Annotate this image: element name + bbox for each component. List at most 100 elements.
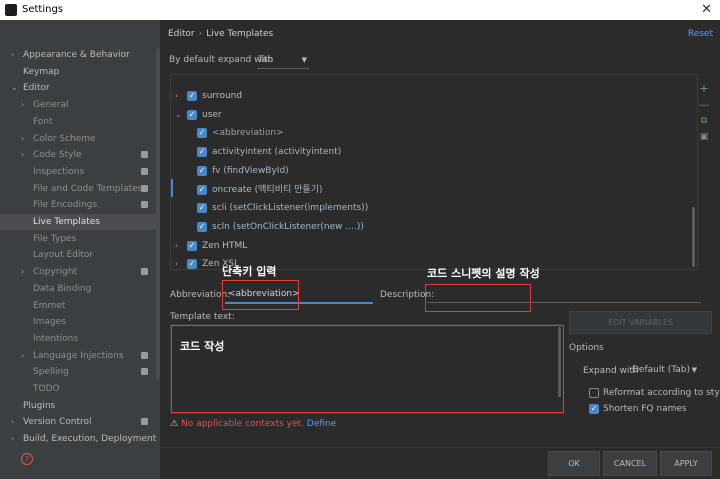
sidebar-item[interactable]: Images	[0, 314, 156, 330]
template-group-row[interactable]: ⌄ ✓ user	[171, 106, 697, 124]
title-bar: Settings ✕	[0, 0, 720, 20]
edit-variables-button[interactable]: EDIT VARIABLES	[569, 311, 712, 334]
template-group-row[interactable]: › ✓ Zen HTML	[171, 237, 697, 255]
chevron-right-icon[interactable]: ›	[21, 97, 24, 113]
chevron-right-icon[interactable]: ›	[11, 414, 14, 430]
sidebar: › Appearance & Behavior Keymap ⌄ Editor › Gene…	[0, 20, 160, 479]
sidebar-item-label: Code Style	[33, 150, 82, 161]
sidebar-item[interactable]: Keymap	[0, 64, 156, 80]
template-label: user	[202, 109, 222, 120]
chevron-right-icon[interactable]: ›	[21, 147, 24, 163]
template-checkbox[interactable]: ✓	[197, 184, 207, 195]
sidebar-item[interactable]: Intentions	[0, 331, 156, 347]
expand-with-select[interactable]: Default (Tab) ▼	[630, 362, 700, 378]
context-warning: ⚠ No applicable contexts yet. Define	[170, 419, 336, 429]
sidebar-item-label: Layout Editor	[33, 250, 94, 261]
template-checkbox[interactable]: ✓	[197, 221, 207, 232]
sidebar-item[interactable]: ⌄ Editor	[0, 80, 156, 96]
template-row[interactable]: ✓ scln (setOnClickListener(new ....))	[171, 218, 697, 236]
template-label: scln (setOnClickListener(new ....))	[212, 221, 364, 232]
sidebar-item[interactable]: › Version Control	[0, 414, 156, 430]
template-row[interactable]: ✓ scli (setClickListener(implements))	[171, 199, 697, 217]
project-scope-icon	[141, 184, 148, 192]
copy-icon[interactable]: ⧉	[697, 114, 711, 128]
template-checkbox[interactable]: ✓	[197, 165, 207, 176]
template-row[interactable]: ✓ fv (findViewById)	[171, 162, 697, 180]
template-checkbox[interactable]: ✓	[197, 128, 207, 139]
template-checkbox[interactable]: ✓	[197, 203, 207, 214]
sidebar-item[interactable]: Data Binding	[0, 281, 156, 297]
templates-tree[interactable]: › ✓ surround ⌄ ✓ user ✓ <abbreviation> ✓ activity…	[170, 74, 698, 270]
annotation-shortcut: 단축키 입력	[222, 265, 277, 278]
sidebar-item[interactable]: › Code Style	[0, 147, 156, 163]
project-scope-icon	[141, 151, 148, 159]
help-icon[interactable]: ?	[21, 453, 33, 465]
chevron-right-icon[interactable]: ›	[11, 47, 14, 63]
sidebar-item[interactable]: › General	[0, 97, 156, 113]
template-row[interactable]: ✓ oncreate (액티비티 만들기)	[171, 181, 697, 199]
search-input[interactable]	[4, 25, 154, 43]
chevron-right-icon[interactable]: ›	[175, 237, 178, 255]
expand-select[interactable]: Tab ▼	[257, 52, 309, 69]
remove-icon[interactable]: —	[697, 98, 711, 112]
sidebar-item[interactable]: TODO	[0, 381, 156, 397]
footer-divider	[160, 447, 720, 448]
chevron-right-icon[interactable]: ›	[21, 264, 24, 280]
sidebar-item[interactable]: Inspections	[0, 164, 156, 180]
define-link[interactable]: Define	[307, 419, 336, 429]
template-scrollbar[interactable]	[558, 327, 561, 397]
breadcrumb-parent[interactable]: Editor	[168, 29, 195, 39]
chevron-right-icon[interactable]: ›	[21, 131, 24, 147]
template-checkbox[interactable]: ✓	[187, 109, 197, 120]
reset-link[interactable]: Reset	[688, 29, 713, 39]
sidebar-item[interactable]: File Types	[0, 231, 156, 247]
sidebar-item[interactable]: › Build, Execution, Deployment	[0, 431, 156, 447]
chevron-down-icon[interactable]: ⌄	[175, 106, 182, 124]
project-scope-icon	[141, 351, 148, 359]
template-group-row[interactable]: › ✓ surround	[171, 87, 697, 105]
sidebar-item[interactable]: › Language Injections	[0, 348, 156, 364]
template-checkbox[interactable]: ✓	[187, 240, 197, 251]
cancel-button[interactable]: CANCEL	[603, 451, 657, 476]
chevron-right-icon[interactable]: ›	[175, 87, 178, 105]
template-checkbox[interactable]: ✓	[197, 147, 207, 158]
checkbox-checked-icon: ✓	[589, 404, 599, 414]
template-row[interactable]: ✓ activityintent (activityintent)	[171, 143, 697, 161]
template-checkbox[interactable]: ✓	[187, 91, 197, 101]
sidebar-item[interactable]: File Encodings	[0, 197, 156, 213]
sidebar-item-label: File Encodings	[33, 200, 98, 211]
sidebar-item[interactable]: Layout Editor	[0, 247, 156, 263]
chevron-right-icon[interactable]: ›	[11, 431, 14, 447]
chevron-right-icon[interactable]: ›	[175, 255, 178, 269]
sidebar-item[interactable]: › Copyright	[0, 264, 156, 280]
expand-select-value: Tab	[258, 55, 274, 65]
save-icon[interactable]: ▣	[697, 130, 711, 144]
template-label: Zen HTML	[202, 240, 248, 251]
template-label: scli (setClickListener(implements))	[212, 203, 369, 214]
apply-button[interactable]: APPLY	[660, 451, 712, 476]
sidebar-item-label: Emmet	[33, 300, 66, 311]
sidebar-item[interactable]: Spelling	[0, 364, 156, 380]
sidebar-item-label: Images	[33, 317, 66, 328]
sidebar-item[interactable]: Font	[0, 114, 156, 130]
sidebar-item[interactable]: File and Code Templates	[0, 181, 156, 197]
sidebar-item[interactable]: › Color Scheme	[0, 131, 156, 147]
sidebar-item[interactable]: Plugins	[0, 398, 156, 414]
template-row[interactable]: ✓ <abbreviation>	[171, 124, 697, 142]
breadcrumb-separator: ›	[198, 29, 203, 39]
sidebar-item[interactable]: › Appearance & Behavior	[0, 47, 156, 63]
template-checkbox[interactable]: ✓	[187, 259, 197, 269]
chevron-right-icon[interactable]: ›	[21, 348, 24, 364]
reformat-label: Reformat according to style	[603, 388, 720, 398]
close-icon[interactable]: ✕	[701, 2, 712, 17]
chevron-down-icon[interactable]: ⌄	[11, 80, 18, 96]
sidebar-item-label: File Types	[33, 233, 77, 244]
annotation-box-abbreviation	[222, 280, 299, 310]
sidebar-item[interactable]: Live Templates	[0, 214, 156, 230]
shorten-fq-label: Shorten FQ names	[603, 404, 687, 414]
add-icon[interactable]: +	[697, 82, 711, 96]
chevron-down-icon: ▼	[301, 56, 307, 64]
chevron-down-icon: ▼	[691, 366, 697, 374]
sidebar-item[interactable]: Emmet	[0, 298, 156, 314]
ok-button[interactable]: OK	[548, 451, 600, 476]
